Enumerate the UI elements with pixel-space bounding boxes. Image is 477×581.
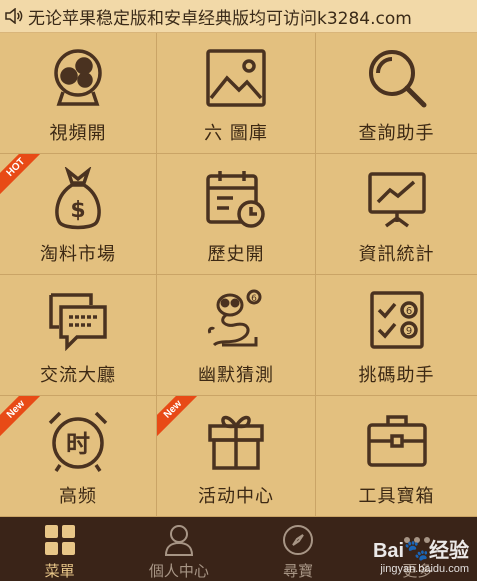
snake-icon: 6 xyxy=(201,285,271,355)
watermark-sub: 经验 xyxy=(429,540,469,562)
new-badge: New xyxy=(157,396,204,441)
magnifier-icon xyxy=(362,43,432,113)
tab-label: 菜單 xyxy=(44,562,75,580)
grid-item-gallery[interactable]: 六 圖庫 xyxy=(157,33,316,154)
svg-text:9: 9 xyxy=(405,326,411,337)
toolbox-icon xyxy=(362,406,432,476)
speaker-icon xyxy=(0,0,28,33)
grid-item-label: 幽默猜測 xyxy=(198,365,274,386)
grid-item-activity[interactable]: New 活动中心 xyxy=(157,396,316,517)
trend-board-icon xyxy=(362,164,432,234)
grid-item-pick[interactable]: 6 9 挑碼助手 xyxy=(316,275,477,396)
checklist-icon: 6 9 xyxy=(362,285,432,355)
tab-label: 尋寶 xyxy=(283,562,314,580)
grid-item-label: 挑碼助手 xyxy=(358,365,435,386)
tab-menu[interactable]: 菜單 xyxy=(0,517,119,581)
grid-item-guess[interactable]: 6 幽默猜測 xyxy=(157,275,316,396)
grid-item-history[interactable]: 歷史開 xyxy=(157,154,316,275)
gift-icon xyxy=(201,406,271,476)
new-badge: New xyxy=(0,396,47,441)
svg-text:$: $ xyxy=(70,198,85,223)
tab-profile[interactable]: 個人中心 xyxy=(119,517,238,581)
compass-icon xyxy=(281,523,315,557)
grid-item-video[interactable]: 視頻開 xyxy=(0,33,157,154)
grid-item-label: 查詢助手 xyxy=(358,123,435,144)
grid-item-toolbox[interactable]: 工具寶箱 xyxy=(316,396,477,517)
menu-grid-icon xyxy=(43,523,77,557)
watermark-url: jingyan.baidu.com xyxy=(380,563,469,575)
grid-item-highfreq[interactable]: New 时 高频 xyxy=(0,396,157,517)
notice-text: 无论苹果稳定版和安卓经典版均可访问k3284.com xyxy=(28,8,412,29)
feature-grid: 視頻開 六 圖庫 查詢助手 HOT $ 淘料市場 歷史開 資訊統計 交流大廳 6… xyxy=(0,33,477,517)
grid-item-chat[interactable]: 交流大廳 xyxy=(0,275,157,396)
money-bag-icon: $ xyxy=(43,164,113,234)
svg-text:6: 6 xyxy=(405,306,411,317)
grid-item-label: 工具寶箱 xyxy=(358,486,435,507)
calendar-clock-icon xyxy=(201,164,271,234)
grid-item-label: 高频 xyxy=(59,486,97,507)
svg-text:6: 6 xyxy=(251,294,257,304)
baidu-watermark: Bai🐾经验 jingyan.baidu.com xyxy=(372,540,469,575)
grid-item-market[interactable]: HOT $ 淘料市場 xyxy=(0,154,157,275)
grid-item-label: 淘料市場 xyxy=(40,244,116,265)
hot-badge: HOT xyxy=(0,154,47,199)
alarm-glyph: 时 xyxy=(66,430,90,458)
grid-item-label: 視頻開 xyxy=(49,123,107,144)
tab-label: 個人中心 xyxy=(148,562,209,580)
notice-bar[interactable]: 无论苹果稳定版和安卓经典版均可访问k3284.com xyxy=(0,0,477,33)
grid-item-label: 資訊統計 xyxy=(358,244,435,265)
grid-item-label: 歷史開 xyxy=(207,244,265,265)
alarm-clock-icon: 时 xyxy=(43,406,113,476)
lottery-balls-icon xyxy=(43,43,113,113)
person-icon xyxy=(162,523,196,557)
grid-item-label: 交流大廳 xyxy=(40,365,116,386)
watermark-brand: Bai xyxy=(372,540,405,562)
grid-item-stats[interactable]: 資訊統計 xyxy=(316,154,477,275)
grid-item-query[interactable]: 查詢助手 xyxy=(316,33,477,154)
tab-treasure[interactable]: 尋寶 xyxy=(239,517,358,581)
grid-item-label: 活动中心 xyxy=(198,486,274,507)
chat-bubbles-icon xyxy=(43,285,113,355)
bottom-tab-bar: 菜單 個人中心 尋寶 更多 Bai🐾经验 jingyan.baidu.com xyxy=(0,517,477,581)
picture-icon xyxy=(201,43,271,113)
grid-item-label: 六 圖庫 xyxy=(204,123,268,144)
